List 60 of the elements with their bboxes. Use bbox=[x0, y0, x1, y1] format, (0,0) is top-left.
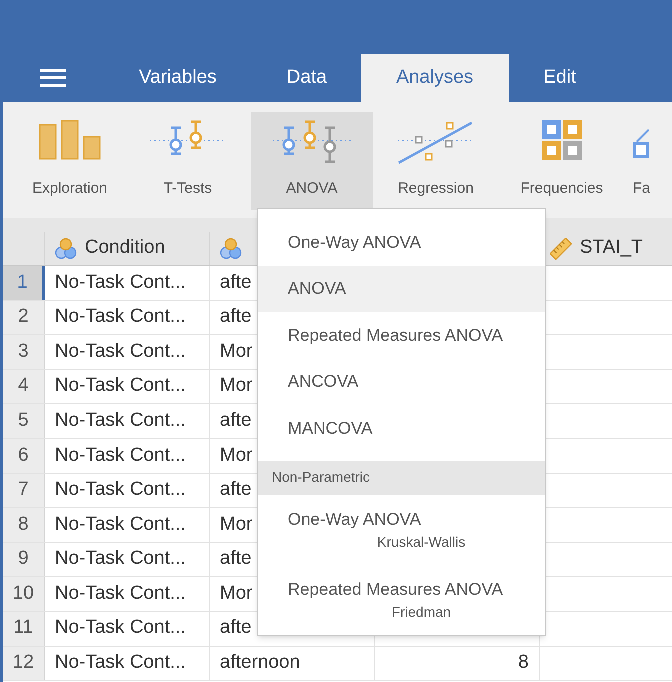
grid-icon bbox=[542, 120, 582, 160]
row-number[interactable]: 11 bbox=[3, 612, 45, 646]
table-cell: No-Task Cont... bbox=[45, 335, 210, 369]
table-cell: No-Task Cont... bbox=[45, 300, 210, 334]
row-number[interactable]: 1 bbox=[3, 266, 45, 300]
menu-item[interactable]: One-Way ANOVA bbox=[258, 219, 545, 266]
row-number[interactable]: 3 bbox=[3, 335, 45, 369]
row-number[interactable]: 10 bbox=[3, 577, 45, 611]
tab[interactable]: Edit bbox=[509, 54, 611, 102]
nominal-variable-icon bbox=[220, 238, 242, 260]
column-header[interactable]: Condition bbox=[45, 232, 210, 265]
row-number[interactable]: 5 bbox=[3, 404, 45, 438]
ribbon-button[interactable]: Regression bbox=[381, 112, 491, 210]
menu-item[interactable]: Repeated Measures ANOVA Friedman bbox=[258, 564, 545, 634]
row-number[interactable]: 7 bbox=[3, 474, 45, 508]
tab[interactable]: Variables bbox=[103, 54, 253, 102]
table-cell: No-Task Cont... bbox=[45, 542, 210, 576]
table-cell: No-Task Cont... bbox=[45, 577, 210, 611]
menu-item[interactable]: One-Way ANOVA Kruskal-Wallis bbox=[258, 494, 545, 564]
table-cell: No-Task Cont... bbox=[45, 266, 210, 300]
row-number[interactable]: 12 bbox=[3, 646, 45, 680]
column-name: STAI_T bbox=[580, 236, 643, 260]
table-cell: 8 bbox=[375, 646, 540, 680]
menu-item-subtitle: Friedman bbox=[390, 603, 452, 622]
row-number[interactable]: 4 bbox=[3, 370, 45, 404]
scatter-plot-icon bbox=[398, 120, 474, 164]
table-cell: No-Task Cont... bbox=[45, 612, 210, 646]
table-cell: afternoon bbox=[210, 646, 375, 680]
ribbon-button[interactable]: Frequencies bbox=[499, 112, 625, 210]
menu-item-label: MANCOVA bbox=[288, 418, 374, 440]
nominal-variable-icon bbox=[55, 238, 77, 260]
menu-item[interactable]: ANOVA bbox=[258, 266, 545, 312]
ribbon-button[interactable]: Exploration bbox=[15, 112, 125, 210]
row-number[interactable]: 2 bbox=[3, 300, 45, 334]
menu-item[interactable]: Repeated Measures ANOVA bbox=[258, 312, 545, 358]
error-bars-icon bbox=[273, 120, 351, 164]
table-cell: No-Task Cont... bbox=[45, 404, 210, 438]
menu-item-label: One-Way ANOVA bbox=[288, 232, 422, 254]
table-cell: No-Task Cont... bbox=[45, 438, 210, 473]
tab[interactable]: Analyses bbox=[361, 54, 509, 102]
menu-item[interactable]: MANCOVA bbox=[258, 405, 545, 452]
table-cell: No-Task Cont... bbox=[45, 474, 210, 508]
menu-item[interactable]: ANCOVA bbox=[258, 358, 545, 405]
tab[interactable]: Data bbox=[253, 54, 361, 102]
bar-chart-icon bbox=[39, 120, 101, 160]
row-number[interactable]: 8 bbox=[3, 508, 45, 542]
menu-item-label: ANOVA bbox=[288, 278, 348, 300]
table-cell: No-Task Cont... bbox=[45, 508, 210, 542]
table-cell: No-Task Cont... bbox=[45, 646, 210, 680]
row-number[interactable]: 9 bbox=[3, 542, 45, 576]
menu-section-header: Non-Parametric bbox=[258, 460, 545, 494]
ribbon-button[interactable]: T-Tests bbox=[133, 112, 243, 210]
row-number[interactable]: 6 bbox=[3, 438, 45, 473]
menu-icon bbox=[40, 69, 66, 87]
menu-item-label: ANCOVA bbox=[288, 371, 360, 393]
ribbon-button[interactable]: Fa bbox=[633, 112, 672, 210]
table-cell: No-Task Cont... bbox=[45, 370, 210, 404]
ribbon-button[interactable]: ANOVA bbox=[251, 112, 373, 210]
menu-item-subtitle: Kruskal-Wallis bbox=[376, 533, 466, 552]
column-name: Condition bbox=[85, 236, 166, 260]
